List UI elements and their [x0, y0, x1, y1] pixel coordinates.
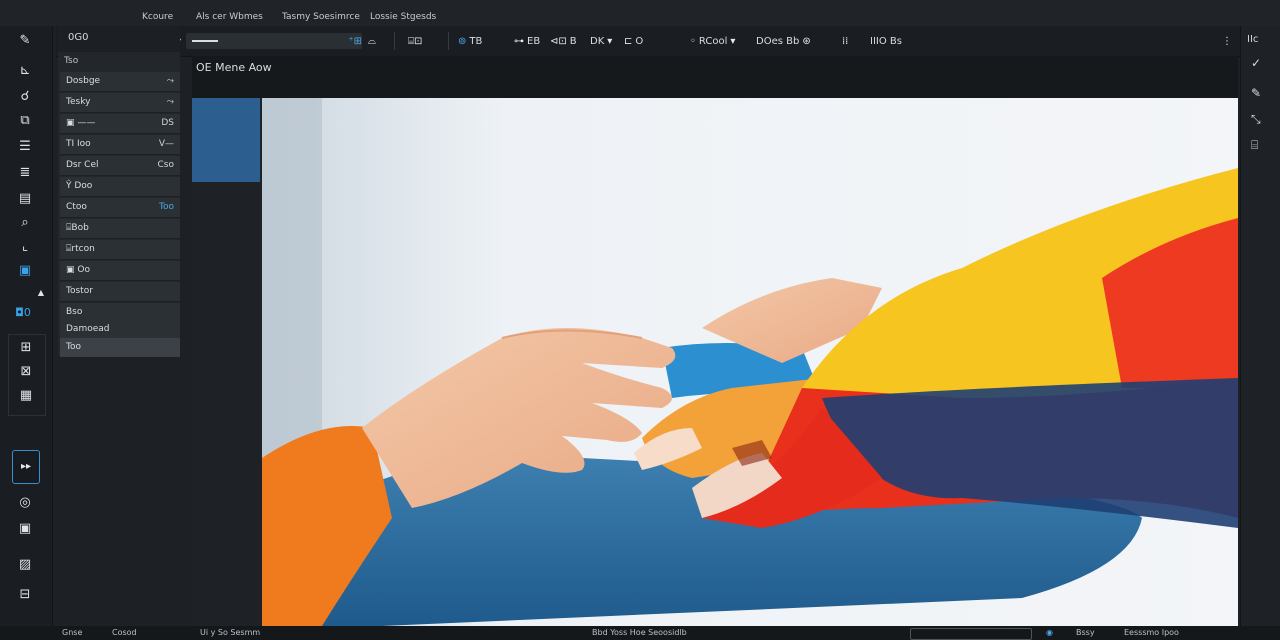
layer-row[interactable]: ⌸rtcon [60, 240, 180, 260]
ring-icon: ◦ [690, 35, 696, 47]
status-text: Bssy [1076, 628, 1095, 637]
export-tool-icon[interactable]: ⊟ [14, 586, 36, 604]
layer-row[interactable]: Damoead [60, 320, 180, 340]
status-text: Eesssmo Ipoo [1124, 628, 1179, 637]
tool-t5[interactable]: ⊏ O [624, 33, 643, 49]
right-rail: IIc ✓ ✎ ⤡ ⌸ [1240, 26, 1280, 640]
slider-fill [192, 40, 218, 42]
toolbar-divider [448, 32, 449, 50]
status-text: Bbd Yoss Hoe Seoosidlb [592, 628, 687, 637]
zoom-readout[interactable]: ◘0 [10, 304, 36, 322]
status-text: Gnse [62, 628, 83, 637]
image-tool-icon[interactable]: ▨ [14, 556, 36, 574]
crop-icon[interactable]: ⌸⊡ [408, 33, 422, 49]
tool-t8[interactable]: IIIO Bs [870, 33, 902, 49]
tool-t6[interactable]: ◦ RCool ▾ [690, 33, 735, 49]
zoom-tool-icon[interactable]: ⌕ [14, 214, 36, 232]
layer-row[interactable]: TI Ioo V— [60, 135, 180, 155]
grid-tool-icon[interactable]: ⊠ [15, 363, 37, 381]
layer-row[interactable]: ⌸Bob [60, 219, 180, 239]
layer-row-selected[interactable]: Too [60, 338, 180, 358]
select-tool-icon[interactable]: ▣ [14, 262, 36, 280]
triangle-up-icon: ▲ [37, 288, 45, 297]
layer-row[interactable]: ▣ Oo [60, 261, 180, 281]
tool-group: ⊞ ⊠ ▦ [8, 334, 46, 416]
node-icon: ⊶ [514, 35, 524, 47]
menu-item[interactable]: Tasmy Soesimrce [282, 12, 360, 22]
tool-t7[interactable]: DOes Bb ⊛ [756, 33, 811, 49]
transform-icon[interactable]: ⌸ [1251, 138, 1275, 154]
pen-icon[interactable]: ✎ [1251, 86, 1275, 102]
tool-rail: ✎ ⊾ ☌ ⧉ ☰ ≣ ▤ ⌕ ⌞ ▣ ▲ ◘0 ⊞ ⊠ ▦ ▸▸ ◎ ▣ ▨ … [0, 26, 53, 640]
panel-title: Tso [64, 56, 79, 66]
settings-icon: ⊛ [802, 35, 811, 47]
preset-label: 0G0 [68, 32, 89, 43]
lasso-icon[interactable]: ⌓ [368, 33, 376, 49]
table-icon[interactable]: ▦ [15, 387, 37, 405]
slider-value-icon: ⁺⊞ [348, 35, 362, 47]
lasso-tool-icon[interactable]: ☌ [14, 88, 36, 106]
layer-row[interactable]: Tesky ⤳ [60, 93, 180, 113]
menu-bar: Kcoure Als cer Wbmes Tasmy Soesimrce Los… [0, 0, 1280, 26]
corner-tool-icon[interactable]: ⌞ [14, 238, 36, 256]
info-icon[interactable]: ◉ [1046, 628, 1053, 637]
tool-t4[interactable]: DK ▾ [590, 33, 612, 49]
pen-tool-icon[interactable]: ✎ [14, 32, 36, 50]
color-swatch[interactable] [192, 98, 260, 182]
layer-row[interactable]: Ctoo Too [60, 198, 180, 218]
status-text: Cosod [112, 628, 137, 637]
panel-header: 0G0 [58, 26, 180, 52]
play-button[interactable]: ▸▸ [12, 450, 40, 484]
tool-t3[interactable]: ⊲⊡ B [550, 33, 577, 49]
layers-tool-icon[interactable]: ☰ [14, 138, 36, 156]
menu-item[interactable]: Lossie Stgesds [370, 12, 436, 22]
brush-icon[interactable]: ✓ [1251, 56, 1275, 72]
document-tab[interactable]: OE Mene Aow [196, 61, 272, 74]
camera-icon: ◘ [15, 306, 24, 319]
frame-tool-icon[interactable]: ▣ [14, 520, 36, 538]
edit-icon[interactable]: ⤡ [1251, 112, 1275, 128]
chevron-down-icon: ▾ [607, 35, 613, 47]
layer-row[interactable]: ▣ —— DS [60, 114, 180, 134]
layer-row[interactable]: Tostor [60, 282, 180, 302]
stack-tool-icon[interactable]: ≣ [14, 164, 36, 182]
eye-tool-icon[interactable]: ◎ [14, 494, 36, 512]
clone-tool-icon[interactable]: ⧉ [14, 112, 36, 130]
status-text: Ui y So Sesmm [200, 628, 261, 637]
menu-item[interactable]: Kcoure [142, 12, 173, 22]
eye-icon: ⊲⊡ [550, 35, 567, 47]
document-tool-icon[interactable]: ▤ [14, 190, 36, 208]
photo-canvas [262, 98, 1238, 626]
canvas-image[interactable] [262, 98, 1238, 626]
layer-row[interactable]: Ŷ Doo [60, 177, 180, 197]
toolbar-divider [394, 32, 395, 50]
tool-t2[interactable]: ⊶ EB [514, 33, 540, 49]
status-bar: Gnse Cosod Ui y So Sesmm Bbd Yoss Hoe Se… [0, 626, 1280, 640]
document-tab-bar: OE Mene Aow [192, 56, 1238, 98]
grid-icon[interactable]: ⁞⁞ [842, 33, 848, 49]
tool-t1[interactable]: ⊚ TB [458, 33, 482, 49]
progress-field[interactable] [910, 628, 1032, 640]
gallery-icon[interactable]: ⊞ [15, 339, 37, 357]
layers-panel: 0G0 Tso Dosbge ⤳ Tesky ⤳ ▣ —— DS TI Ioo V— D… [58, 26, 180, 358]
toolbar: ⊙0G0 ⌊ ▾ ⁺⊞ ⌓ ⌸⊡ ⊚TB ⊶EB ⊲⊡B DK▾ ⊏O ◦RCo… [56, 26, 1240, 57]
layer-row[interactable]: Dsr Cel Cso [60, 156, 180, 176]
frame-icon: ⊏ [624, 35, 633, 47]
right-rail-label: IIc [1247, 34, 1259, 45]
link-icon: ⊚ [458, 35, 467, 47]
layer-row[interactable]: Dosbge ⤳ [60, 72, 180, 92]
zoom-slider[interactable]: ⁺⊞ [186, 33, 362, 49]
ruler-tool-icon[interactable]: ⊾ [14, 62, 36, 80]
chevron-down-icon: ▾ [730, 35, 736, 47]
more-options-icon[interactable]: ⋮ [1222, 33, 1232, 49]
menu-item[interactable]: Als cer Wbmes [196, 12, 263, 22]
